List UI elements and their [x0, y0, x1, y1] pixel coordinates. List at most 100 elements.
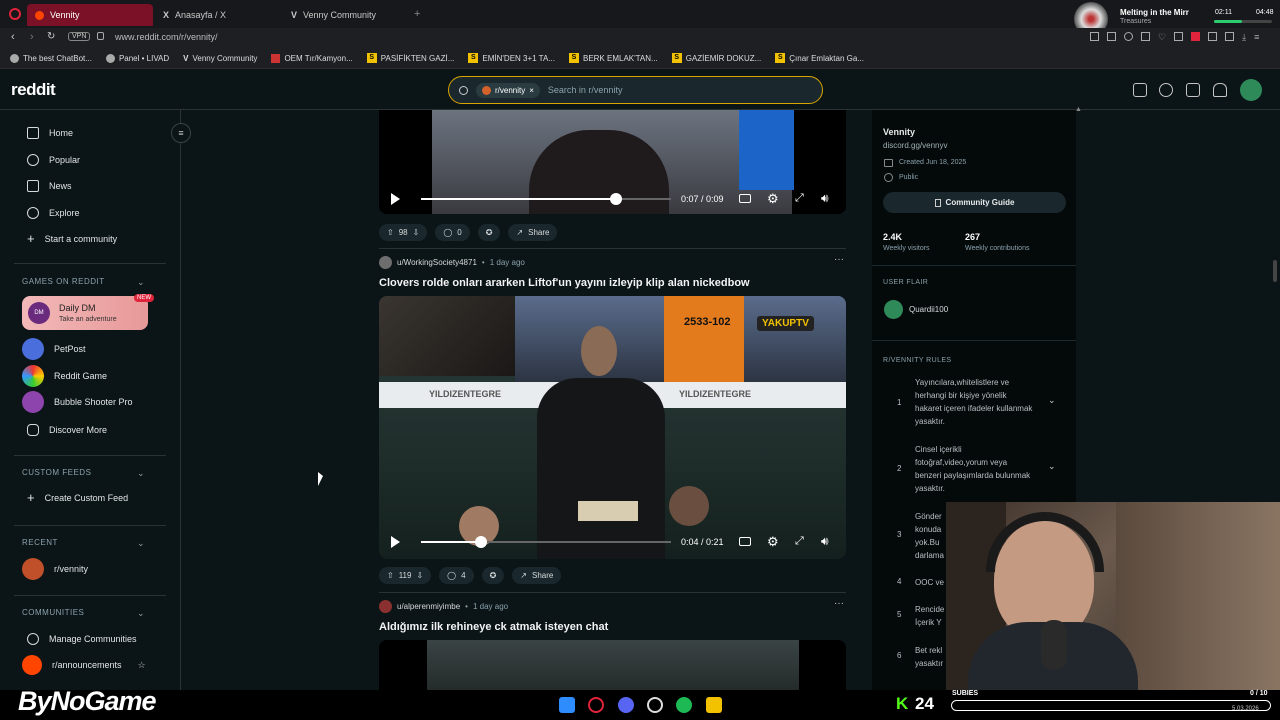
bookmark-item[interactable]: S EMİN'DEN 3+1 TA... [468, 53, 555, 63]
post-options-icon[interactable]: ··· [834, 254, 844, 265]
post3-author[interactable]: u/alperenmiyimbe [397, 602, 460, 611]
nav-start-community[interactable]: + Start a community [27, 232, 117, 245]
create-custom-feed[interactable]: + Create Custom Feed [27, 491, 128, 504]
forward-icon[interactable]: › [30, 31, 34, 43]
heart-icon[interactable]: ♡ [1158, 32, 1166, 43]
rule-3[interactable]: Gönder konuda yok.Bu darlama [915, 510, 945, 562]
toolbar-icon[interactable] [1174, 32, 1184, 41]
nav-home[interactable]: Home [27, 127, 73, 139]
game-reddit-game[interactable]: Reddit Game [22, 365, 107, 387]
obs-icon[interactable] [647, 697, 663, 713]
post1-progress-bar[interactable] [421, 193, 671, 205]
tab-x[interactable]: X Anasayfa / X [155, 4, 281, 26]
author-avatar[interactable] [379, 600, 392, 613]
play-icon[interactable] [391, 193, 400, 205]
share-button[interactable]: ↗ Share [508, 224, 558, 241]
bell-icon[interactable] [1213, 83, 1227, 97]
tab-vennity[interactable]: Vennity [27, 4, 153, 26]
nav-explore[interactable]: Explore [27, 207, 80, 219]
toolbar-icon[interactable] [1124, 32, 1133, 41]
bookmark-item[interactable]: S BERK EMLAK'TAN... [568, 53, 658, 63]
nav-popular[interactable]: Popular [27, 154, 80, 166]
downvote-icon[interactable]: ⇩ [416, 571, 423, 580]
flair-username[interactable]: Quardii100 [909, 305, 948, 314]
nav-news[interactable]: News [27, 180, 72, 192]
gear-icon[interactable]: ⚙ [767, 534, 779, 550]
flair-avatar[interactable] [884, 300, 903, 319]
vpn-badge[interactable]: VPN [68, 32, 91, 41]
menu-icon[interactable]: ≡ [1254, 32, 1259, 43]
rule-1[interactable]: Yayıncılara,whitelistlere ve herhangi bi… [915, 376, 1035, 428]
gear-icon[interactable]: ⚙ [767, 191, 779, 207]
game-petpost[interactable]: PetPost [22, 338, 86, 360]
close-icon[interactable]: × [529, 86, 534, 95]
captions-icon[interactable] [739, 537, 751, 546]
new-tab-button[interactable]: + [414, 8, 420, 20]
rule-6[interactable]: Bet rekl yasaktır [915, 644, 945, 670]
bookmark-item[interactable]: OEM Tır/Kamyon... [271, 53, 353, 63]
collapse-nav-button[interactable]: ≡ [171, 123, 191, 143]
award-button[interactable]: ✪ [477, 224, 501, 241]
upvote-icon[interactable]: ⇧ [387, 571, 394, 580]
community-link[interactable]: discord.gg/vennyv [883, 141, 947, 150]
bookmark-item[interactable]: Panel • LIVAD [105, 53, 169, 63]
post-options-icon[interactable]: ··· [834, 598, 844, 609]
recent-vennity[interactable]: r/vennity [22, 558, 88, 580]
volume-icon[interactable]: 🔊︎ [821, 191, 829, 206]
community-announcements[interactable]: r/announcements ☆ [22, 655, 146, 675]
chevron-down-icon[interactable]: ⌄ [1048, 395, 1056, 406]
progress-knob[interactable] [610, 193, 622, 205]
upvote-icon[interactable]: ⇧ [387, 228, 394, 237]
post2-author[interactable]: u/WorkingSociety4871 [397, 258, 477, 267]
post3-title[interactable]: Aldığımız ilk rehineye ck atmak isteyen … [379, 621, 608, 633]
volume-icon[interactable]: 🔊︎ [821, 534, 829, 549]
discover-more[interactable]: Discover More [27, 424, 107, 436]
tab-venny-community[interactable]: V Venny Community [283, 4, 409, 26]
captions-icon[interactable] [739, 194, 751, 203]
post2-progress-bar[interactable] [421, 536, 671, 548]
community-guide-button[interactable]: Community Guide [883, 192, 1066, 213]
url-field[interactable]: www.reddit.com/r/vennity/ [115, 32, 218, 42]
bookmark-item[interactable]: S Çınar Emlaktan Ga... [775, 53, 864, 63]
download-icon[interactable]: ⤓ [1242, 32, 1246, 43]
fullscreen-icon[interactable]: ⤢ [795, 535, 804, 548]
games-section-header[interactable]: GAMES ON REDDIT [22, 277, 105, 286]
opera-icon[interactable] [588, 697, 604, 713]
chevron-down-icon[interactable]: ⌄ [137, 468, 145, 479]
back-icon[interactable]: ‹ [11, 31, 15, 43]
create-post-icon[interactable] [1186, 83, 1200, 97]
subreddit-chip[interactable]: r/vennity × [476, 82, 540, 98]
folder-icon[interactable] [706, 697, 722, 713]
toolbar-icon[interactable] [1090, 32, 1099, 41]
chevron-down-icon[interactable]: ⌄ [137, 608, 145, 619]
bookmark-item[interactable]: V Venny Community [183, 54, 257, 63]
spotify-icon[interactable] [676, 697, 692, 713]
toolbar-icon[interactable] [1191, 32, 1201, 41]
post2-title[interactable]: Clovers rolde onları ararken Liftof'un y… [379, 277, 750, 289]
game-bubble-shooter[interactable]: Bubble Shooter Pro [22, 391, 133, 413]
scroll-up-icon[interactable]: ▲ [1075, 106, 1082, 113]
recent-header[interactable]: RECENT [22, 538, 58, 547]
communities-header[interactable]: COMMUNITIES [22, 608, 84, 617]
comments-button[interactable]: ◯ 4 [439, 567, 474, 584]
chevron-down-icon[interactable]: ⌄ [1048, 461, 1056, 472]
post3-video[interactable] [379, 640, 846, 690]
fullscreen-icon[interactable]: ⤢ [795, 192, 804, 205]
comments-button[interactable]: ◯ 0 [435, 224, 470, 241]
star-icon[interactable]: ☆ [138, 660, 146, 671]
play-icon[interactable] [391, 536, 400, 548]
award-button[interactable]: ✪ [481, 567, 505, 584]
post2-video[interactable]: 2533-102 YAKUPTV YILDIZENTEGRE YILDIZENT… [379, 296, 846, 559]
toolbar-icon[interactable] [1141, 32, 1150, 41]
share-button[interactable]: ↗ Share [512, 567, 562, 584]
opera-logo-icon[interactable] [9, 8, 21, 20]
discord-icon[interactable] [618, 697, 634, 713]
chevron-down-icon[interactable]: ⌄ [137, 538, 145, 549]
chevron-down-icon[interactable]: ⌄ [137, 277, 145, 288]
progress-knob[interactable] [475, 536, 487, 548]
rule-4[interactable]: OOC ve [915, 576, 945, 589]
rule-5[interactable]: Rencide İçerik Y [915, 603, 945, 629]
manage-communities[interactable]: Manage Communities [27, 633, 137, 645]
reddit-logo[interactable]: reddit [11, 80, 56, 100]
author-avatar[interactable] [379, 256, 392, 269]
